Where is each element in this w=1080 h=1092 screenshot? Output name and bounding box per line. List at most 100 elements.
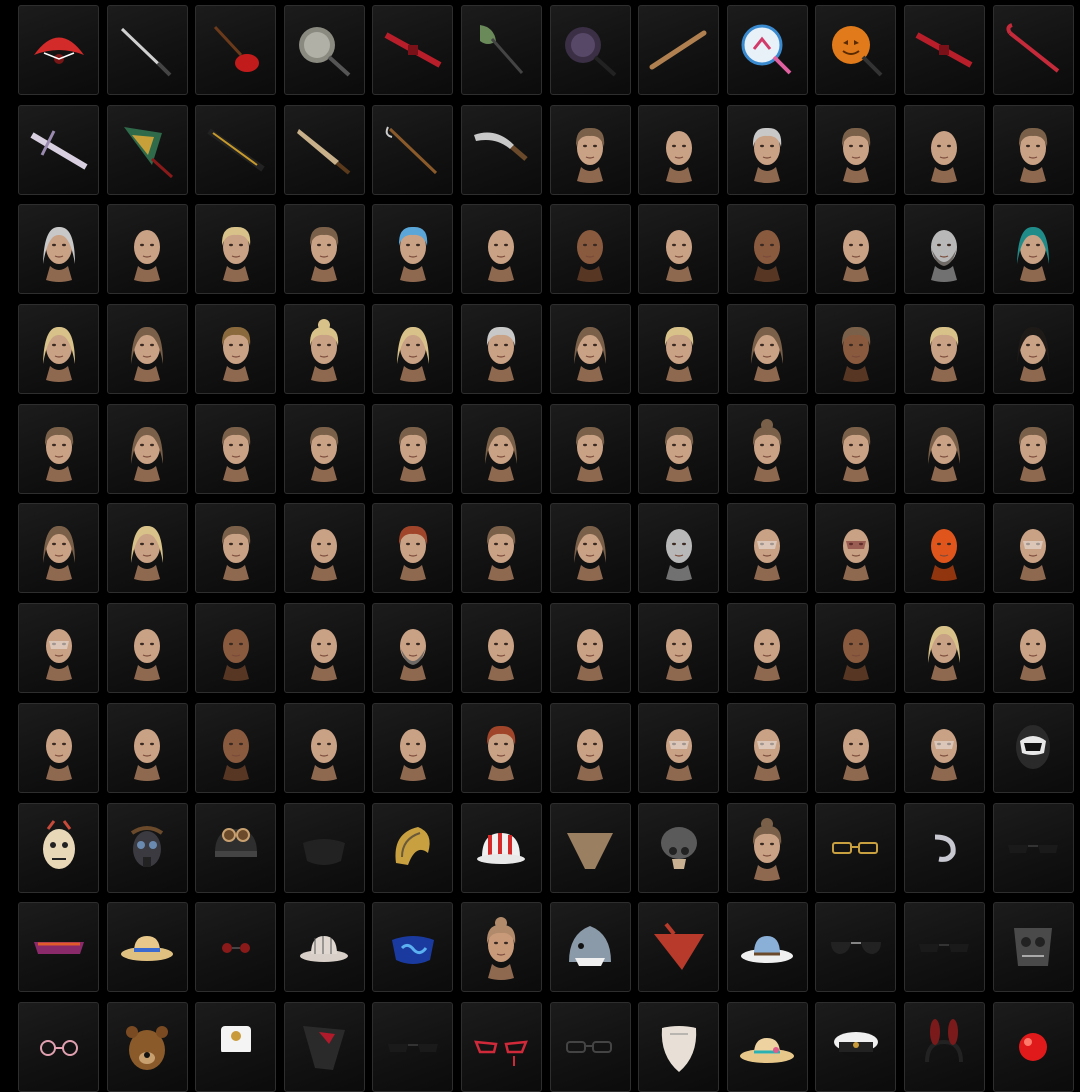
item-tile[interactable] <box>18 304 99 395</box>
item-tile[interactable] <box>992 304 1074 395</box>
item-tile[interactable] <box>106 1001 188 1092</box>
item-tile[interactable] <box>195 902 277 993</box>
item-tile[interactable] <box>903 802 985 893</box>
item-tile[interactable] <box>372 1001 454 1092</box>
item-tile[interactable] <box>638 104 720 195</box>
item-tile[interactable] <box>726 503 808 594</box>
item-tile[interactable] <box>372 304 454 395</box>
item-tile[interactable] <box>372 503 454 594</box>
item-tile[interactable] <box>18 5 99 95</box>
item-tile[interactable] <box>283 702 365 793</box>
item-tile[interactable] <box>992 403 1074 494</box>
item-tile[interactable] <box>549 702 631 793</box>
item-tile[interactable] <box>726 603 808 694</box>
item-tile[interactable] <box>460 304 542 395</box>
item-tile[interactable] <box>815 403 897 494</box>
item-tile[interactable] <box>726 204 808 295</box>
item-tile[interactable] <box>549 603 631 694</box>
item-tile[interactable] <box>638 5 720 95</box>
item-tile[interactable] <box>726 5 808 95</box>
item-tile[interactable] <box>815 5 897 95</box>
item-tile[interactable] <box>638 403 720 494</box>
item-tile[interactable] <box>992 204 1074 295</box>
item-tile[interactable] <box>18 403 99 494</box>
item-tile[interactable] <box>283 802 365 893</box>
item-tile[interactable] <box>815 702 897 793</box>
item-tile[interactable] <box>372 702 454 793</box>
item-tile[interactable] <box>460 702 542 793</box>
item-tile[interactable] <box>726 104 808 195</box>
item-tile[interactable] <box>283 403 365 494</box>
item-tile[interactable] <box>638 902 720 993</box>
item-tile[interactable] <box>106 5 188 95</box>
item-tile[interactable] <box>549 1001 631 1092</box>
item-tile[interactable] <box>549 802 631 893</box>
item-tile[interactable] <box>815 802 897 893</box>
item-tile[interactable] <box>372 204 454 295</box>
item-tile[interactable] <box>195 1001 277 1092</box>
item-tile[interactable] <box>18 1001 99 1092</box>
item-tile[interactable] <box>195 104 277 195</box>
item-tile[interactable] <box>195 503 277 594</box>
item-tile[interactable] <box>106 304 188 395</box>
item-tile[interactable] <box>283 902 365 993</box>
item-tile[interactable] <box>992 503 1074 594</box>
item-tile[interactable] <box>372 5 454 95</box>
item-tile[interactable] <box>549 104 631 195</box>
item-tile[interactable] <box>726 702 808 793</box>
item-tile[interactable] <box>903 902 985 993</box>
item-tile[interactable] <box>726 304 808 395</box>
item-tile[interactable] <box>903 403 985 494</box>
item-tile[interactable] <box>992 702 1074 793</box>
item-tile[interactable] <box>460 104 542 195</box>
item-tile[interactable] <box>106 702 188 793</box>
item-tile[interactable] <box>18 802 99 893</box>
item-tile[interactable] <box>638 304 720 395</box>
item-tile[interactable] <box>195 603 277 694</box>
item-tile[interactable] <box>638 204 720 295</box>
item-tile[interactable] <box>638 503 720 594</box>
item-tile[interactable] <box>195 5 277 95</box>
item-tile[interactable] <box>460 204 542 295</box>
item-tile[interactable] <box>460 603 542 694</box>
item-tile[interactable] <box>18 503 99 594</box>
item-tile[interactable] <box>815 603 897 694</box>
item-tile[interactable] <box>283 204 365 295</box>
item-tile[interactable] <box>903 1001 985 1092</box>
item-tile[interactable] <box>18 702 99 793</box>
item-tile[interactable] <box>815 104 897 195</box>
item-tile[interactable] <box>195 702 277 793</box>
item-tile[interactable] <box>460 902 542 993</box>
item-tile[interactable] <box>106 603 188 694</box>
item-tile[interactable] <box>638 1001 720 1092</box>
item-tile[interactable] <box>372 802 454 893</box>
item-tile[interactable] <box>549 503 631 594</box>
item-tile[interactable] <box>903 204 985 295</box>
item-tile[interactable] <box>992 802 1074 893</box>
item-tile[interactable] <box>283 104 365 195</box>
item-tile[interactable] <box>460 403 542 494</box>
item-tile[interactable] <box>992 5 1074 95</box>
item-tile[interactable] <box>992 1001 1074 1092</box>
item-tile[interactable] <box>638 702 720 793</box>
item-tile[interactable] <box>283 5 365 95</box>
item-tile[interactable] <box>283 1001 365 1092</box>
item-tile[interactable] <box>903 503 985 594</box>
item-tile[interactable] <box>815 304 897 395</box>
item-tile[interactable] <box>903 304 985 395</box>
item-tile[interactable] <box>18 902 99 993</box>
item-tile[interactable] <box>106 104 188 195</box>
item-tile[interactable] <box>460 5 542 95</box>
item-tile[interactable] <box>549 902 631 993</box>
item-tile[interactable] <box>283 603 365 694</box>
item-tile[interactable] <box>18 204 99 295</box>
item-tile[interactable] <box>903 104 985 195</box>
item-tile[interactable] <box>549 304 631 395</box>
item-tile[interactable] <box>992 603 1074 694</box>
item-tile[interactable] <box>372 403 454 494</box>
item-tile[interactable] <box>106 204 188 295</box>
item-tile[interactable] <box>992 104 1074 195</box>
item-tile[interactable] <box>549 204 631 295</box>
item-tile[interactable] <box>460 1001 542 1092</box>
item-tile[interactable] <box>815 503 897 594</box>
